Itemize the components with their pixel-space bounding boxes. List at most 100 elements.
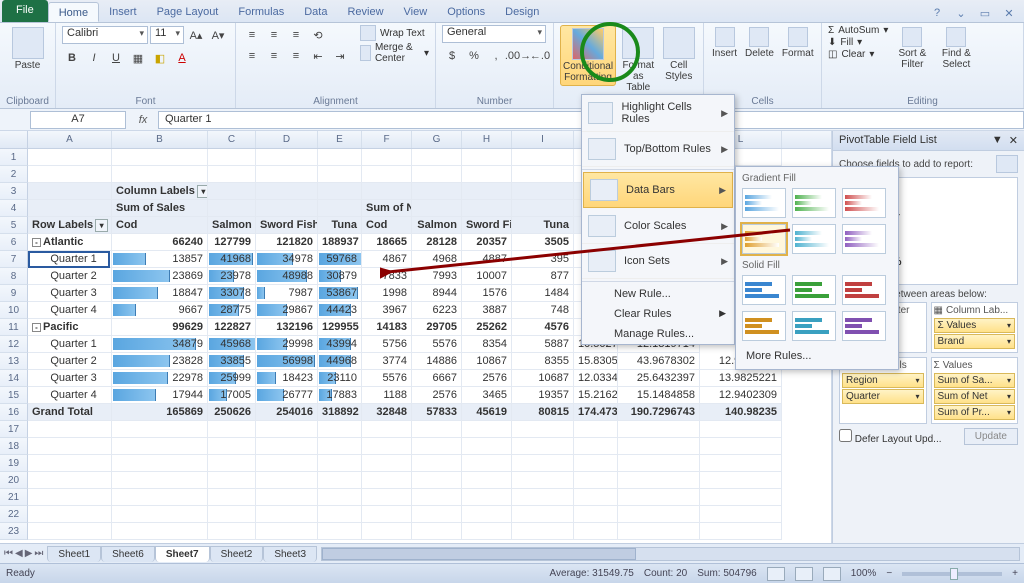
cell[interactable]: 15.2162673 — [574, 387, 618, 404]
cell[interactable]: 53867 — [318, 285, 362, 302]
cell[interactable] — [208, 183, 256, 200]
cell[interactable]: 13857 — [112, 251, 208, 268]
cell[interactable]: 30879 — [318, 268, 362, 285]
find-select-button[interactable]: Find & Select — [936, 25, 976, 72]
cell[interactable] — [462, 183, 512, 200]
row-header[interactable]: 9 — [0, 285, 28, 302]
ribbon-tab-options[interactable]: Options — [437, 2, 495, 22]
fill-color-button[interactable]: ◧ — [150, 48, 170, 68]
cell[interactable]: 10687 — [512, 370, 574, 387]
cell[interactable] — [574, 523, 618, 540]
row-header[interactable]: 14 — [0, 370, 28, 387]
cell[interactable]: 17944 — [112, 387, 208, 404]
cell[interactable]: 3505 — [512, 234, 574, 251]
cell[interactable]: 99629 — [112, 319, 208, 336]
sheet-tab[interactable]: Sheet2 — [210, 546, 264, 562]
values-area[interactable]: Σ ValuesSum of Sa...▾Sum of Net▾Sum of P… — [931, 357, 1019, 424]
cell[interactable]: 132196 — [256, 319, 318, 336]
cell[interactable] — [574, 438, 618, 455]
ribbon-tab-view[interactable]: View — [394, 2, 438, 22]
cell[interactable] — [112, 523, 208, 540]
cell[interactable] — [462, 421, 512, 438]
row-header[interactable]: 17 — [0, 421, 28, 438]
cell[interactable]: 43994 — [318, 336, 362, 353]
cell[interactable]: Tuna — [512, 217, 574, 234]
cell[interactable] — [256, 149, 318, 166]
cell[interactable] — [208, 200, 256, 217]
cf-menu-command[interactable]: Clear Rules▶ — [582, 304, 734, 324]
cell[interactable]: 29998 — [256, 336, 318, 353]
ribbon-minimize-icon[interactable]: ⌄ — [954, 7, 968, 20]
fx-icon[interactable]: fx — [134, 114, 152, 126]
row-header[interactable]: 8 — [0, 268, 28, 285]
cell[interactable] — [462, 200, 512, 217]
cell[interactable] — [618, 523, 700, 540]
pivot-area-chip[interactable]: Sum of Net▾ — [934, 389, 1016, 404]
cell[interactable]: Salmon — [208, 217, 256, 234]
cell[interactable] — [256, 421, 318, 438]
cell[interactable]: 5576 — [412, 336, 462, 353]
cell[interactable] — [28, 183, 112, 200]
cell[interactable]: 19357 — [512, 387, 574, 404]
cell[interactable]: Quarter 3 — [28, 285, 112, 302]
cf-menu-item[interactable]: Top/Bottom Rules▶ — [582, 132, 734, 167]
cell[interactable]: 6667 — [412, 370, 462, 387]
format-as-table-button[interactable]: Format as Table — [620, 25, 656, 95]
ribbon-tab-page-layout[interactable]: Page Layout — [147, 2, 229, 22]
cell[interactable]: 5756 — [362, 336, 412, 353]
ribbon-tab-formulas[interactable]: Formulas — [228, 2, 294, 22]
cell[interactable]: 48988 — [256, 268, 318, 285]
cell[interactable] — [208, 523, 256, 540]
align-right-icon[interactable]: ≡ — [286, 46, 306, 66]
sheet-tab[interactable]: Sheet1 — [47, 546, 101, 562]
cell[interactable]: 122827 — [208, 319, 256, 336]
cell[interactable] — [412, 489, 462, 506]
format-button[interactable]: Format — [780, 25, 816, 61]
cell[interactable]: 1188 — [362, 387, 412, 404]
pivot-area-chip[interactable]: Sum of Pr...▾ — [934, 405, 1016, 420]
cell[interactable]: 127799 — [208, 234, 256, 251]
cell[interactable] — [462, 455, 512, 472]
cell[interactable] — [208, 438, 256, 455]
cell[interactable]: Sword Fish — [256, 217, 318, 234]
row-header[interactable]: 18 — [0, 438, 28, 455]
cell[interactable]: Sum of Sales — [112, 200, 208, 217]
decrease-indent-icon[interactable]: ⇤ — [308, 46, 328, 66]
cell[interactable] — [412, 166, 462, 183]
cell[interactable]: -Atlantic — [28, 234, 112, 251]
data-bar-swatch[interactable] — [742, 224, 786, 254]
column-header[interactable]: A — [28, 131, 112, 148]
page-layout-view-button[interactable] — [795, 567, 813, 581]
cell[interactable] — [512, 200, 574, 217]
cell[interactable]: 45968 — [208, 336, 256, 353]
cell[interactable] — [28, 166, 112, 183]
cell[interactable] — [574, 506, 618, 523]
sheet-tab[interactable]: Sheet7 — [155, 546, 210, 562]
pivot-area-chip[interactable]: Σ Values▾ — [934, 318, 1016, 333]
cell[interactable]: 140.98235 — [700, 404, 782, 421]
cell[interactable] — [700, 506, 782, 523]
cell[interactable] — [208, 455, 256, 472]
cell[interactable]: 33078 — [208, 285, 256, 302]
cell[interactable] — [574, 421, 618, 438]
cell[interactable]: Row Labels▾ — [28, 217, 112, 234]
cell[interactable]: 18423 — [256, 370, 318, 387]
cell[interactable] — [112, 506, 208, 523]
column-header[interactable]: D — [256, 131, 318, 148]
cell[interactable] — [412, 506, 462, 523]
cell[interactable]: Column Labels▾ — [112, 183, 208, 200]
cell[interactable]: 22978 — [112, 370, 208, 387]
zoom-in-button[interactable]: + — [1012, 568, 1018, 579]
cell[interactable]: Quarter 2 — [28, 268, 112, 285]
cf-menu-command[interactable]: Manage Rules... — [582, 324, 734, 344]
cell[interactable] — [412, 149, 462, 166]
column-header[interactable]: H — [462, 131, 512, 148]
cell[interactable] — [28, 455, 112, 472]
cell[interactable]: Quarter 1 — [28, 251, 112, 268]
cell[interactable] — [412, 455, 462, 472]
cell[interactable]: 29867 — [256, 302, 318, 319]
cell[interactable] — [512, 472, 574, 489]
cell[interactable] — [618, 455, 700, 472]
data-bar-swatch[interactable] — [842, 224, 886, 254]
cell[interactable] — [256, 506, 318, 523]
